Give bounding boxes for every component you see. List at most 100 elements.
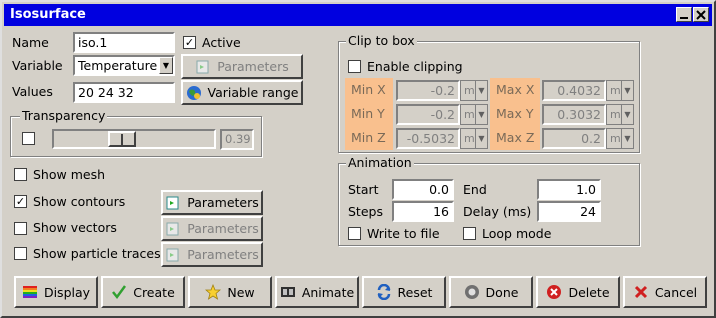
show-vectors-label: Show vectors xyxy=(33,220,117,235)
enable-clipping-checkbox[interactable] xyxy=(348,60,361,73)
slider-thumb[interactable] xyxy=(108,131,136,147)
variable-range-button[interactable]: Variable range xyxy=(181,80,303,105)
chevron-down-icon[interactable]: ▼ xyxy=(475,104,488,125)
parameters-label: Parameters xyxy=(217,59,289,74)
show-vectors-checkbox[interactable] xyxy=(14,222,27,235)
delay-input[interactable]: 24 xyxy=(537,201,601,222)
delete-label: Delete xyxy=(568,284,610,300)
star-icon xyxy=(205,284,222,300)
show-particle-traces-checkbox[interactable] xyxy=(14,247,27,260)
loop-mode-label: Loop mode xyxy=(482,226,552,241)
min-x-input[interactable]: -0.2 xyxy=(396,80,460,101)
values-input[interactable]: 20 24 32 xyxy=(73,82,175,103)
show-contours-checkbox[interactable]: ✓ xyxy=(14,195,27,208)
show-contours-label: Show contours xyxy=(33,194,126,209)
chevron-down-icon[interactable]: ▼ xyxy=(621,128,634,149)
title-bar[interactable]: Isosurface xyxy=(4,4,712,26)
name-label: Name xyxy=(12,35,49,50)
loop-mode-checkbox[interactable] xyxy=(463,227,476,240)
min-z-label: Min Z xyxy=(351,130,386,145)
end-label: End xyxy=(463,182,487,197)
variable-select-value: Temperature xyxy=(78,58,158,73)
parameters-icon xyxy=(166,196,179,209)
variable-range-label: Variable range xyxy=(207,85,299,100)
delete-icon xyxy=(547,285,562,299)
parameters-label: Parameters xyxy=(187,247,259,262)
min-x-label: Min X xyxy=(351,82,386,97)
minimize-button[interactable] xyxy=(676,7,692,22)
cancel-button[interactable]: Cancel xyxy=(623,276,707,308)
transparency-slider[interactable] xyxy=(52,129,216,149)
values-label: Values xyxy=(12,84,53,99)
max-y-label: Max Y xyxy=(496,106,534,121)
animate-button[interactable]: Animate xyxy=(275,276,359,308)
film-icon xyxy=(280,287,295,297)
start-label: Start xyxy=(348,182,379,197)
clip-to-box-label: Clip to box xyxy=(346,33,417,48)
create-label: Create xyxy=(133,284,175,300)
chevron-down-icon[interactable]: ▼ xyxy=(475,80,488,101)
close-icon xyxy=(696,10,706,20)
isosurface-dialog: Isosurface Name iso.1 ✓ Active Variable … xyxy=(0,0,716,318)
parameters-icon xyxy=(166,248,179,261)
variable-select[interactable]: Temperature ▼ xyxy=(73,55,175,76)
transparency-group-label: Transparency xyxy=(20,108,108,123)
max-y-input[interactable]: 0.3032 xyxy=(542,104,606,125)
min-y-input[interactable]: -0.2 xyxy=(396,104,460,125)
max-x-input[interactable]: 0.4032 xyxy=(542,80,606,101)
display-button[interactable]: Display xyxy=(14,276,98,308)
max-z-input[interactable]: 0.2 xyxy=(542,128,606,149)
animation-label: Animation xyxy=(346,155,414,170)
window-title: Isosurface xyxy=(10,7,86,22)
parameters-icon xyxy=(196,60,209,73)
vectors-parameters-button[interactable]: Parameters xyxy=(161,216,263,241)
chevron-down-icon[interactable]: ▼ xyxy=(621,80,634,101)
transparency-value: 0.39 xyxy=(220,129,254,150)
particle-traces-parameters-button[interactable]: Parameters xyxy=(161,242,263,267)
start-input[interactable]: 0.0 xyxy=(392,179,454,200)
min-z-input[interactable]: -0.5032 xyxy=(396,128,460,149)
cancel-icon xyxy=(634,285,647,299)
variable-parameters-button[interactable]: Parameters xyxy=(181,54,303,79)
delay-label: Delay (ms) xyxy=(463,204,532,219)
delete-button[interactable]: Delete xyxy=(536,276,620,308)
name-input[interactable]: iso.1 xyxy=(73,32,175,53)
enable-clipping-label: Enable clipping xyxy=(367,59,463,74)
cancel-label: Cancel xyxy=(654,284,698,300)
refresh-icon xyxy=(377,284,390,300)
close-button[interactable] xyxy=(693,7,709,22)
steps-input[interactable]: 16 xyxy=(392,201,454,222)
reset-button[interactable]: Reset xyxy=(362,276,446,308)
chevron-down-icon[interactable]: ▼ xyxy=(621,104,634,125)
new-button[interactable]: New xyxy=(188,276,272,308)
parameters-label: Parameters xyxy=(187,221,259,236)
done-button[interactable]: Done xyxy=(449,276,533,308)
reset-label: Reset xyxy=(397,284,433,300)
checkmark-icon xyxy=(112,285,127,300)
show-mesh-checkbox[interactable] xyxy=(14,168,27,181)
steps-label: Steps xyxy=(348,204,383,219)
new-label: New xyxy=(227,284,255,300)
max-z-label: Max Z xyxy=(496,130,535,145)
write-to-file-label: Write to file xyxy=(367,226,440,241)
show-particle-traces-label: Show particle traces xyxy=(33,246,161,261)
show-mesh-label: Show mesh xyxy=(33,167,106,182)
write-to-file-checkbox[interactable] xyxy=(348,227,361,240)
display-label: Display xyxy=(43,284,91,300)
parameters-icon xyxy=(166,222,179,235)
max-x-label: Max X xyxy=(496,82,535,97)
done-icon xyxy=(464,285,479,299)
chevron-down-icon[interactable]: ▼ xyxy=(475,128,488,149)
rainbow-icon xyxy=(22,286,37,298)
active-checkbox[interactable]: ✓ xyxy=(183,36,196,49)
globe-icon xyxy=(186,85,201,100)
chevron-down-icon[interactable]: ▼ xyxy=(159,57,173,74)
done-label: Done xyxy=(485,284,519,300)
active-label: Active xyxy=(202,35,241,50)
end-input[interactable]: 1.0 xyxy=(537,179,601,200)
variable-label: Variable xyxy=(12,58,63,73)
create-button[interactable]: Create xyxy=(101,276,185,308)
contours-parameters-button[interactable]: Parameters xyxy=(161,190,263,215)
transparency-checkbox[interactable] xyxy=(22,132,35,145)
minimize-icon xyxy=(680,17,688,19)
